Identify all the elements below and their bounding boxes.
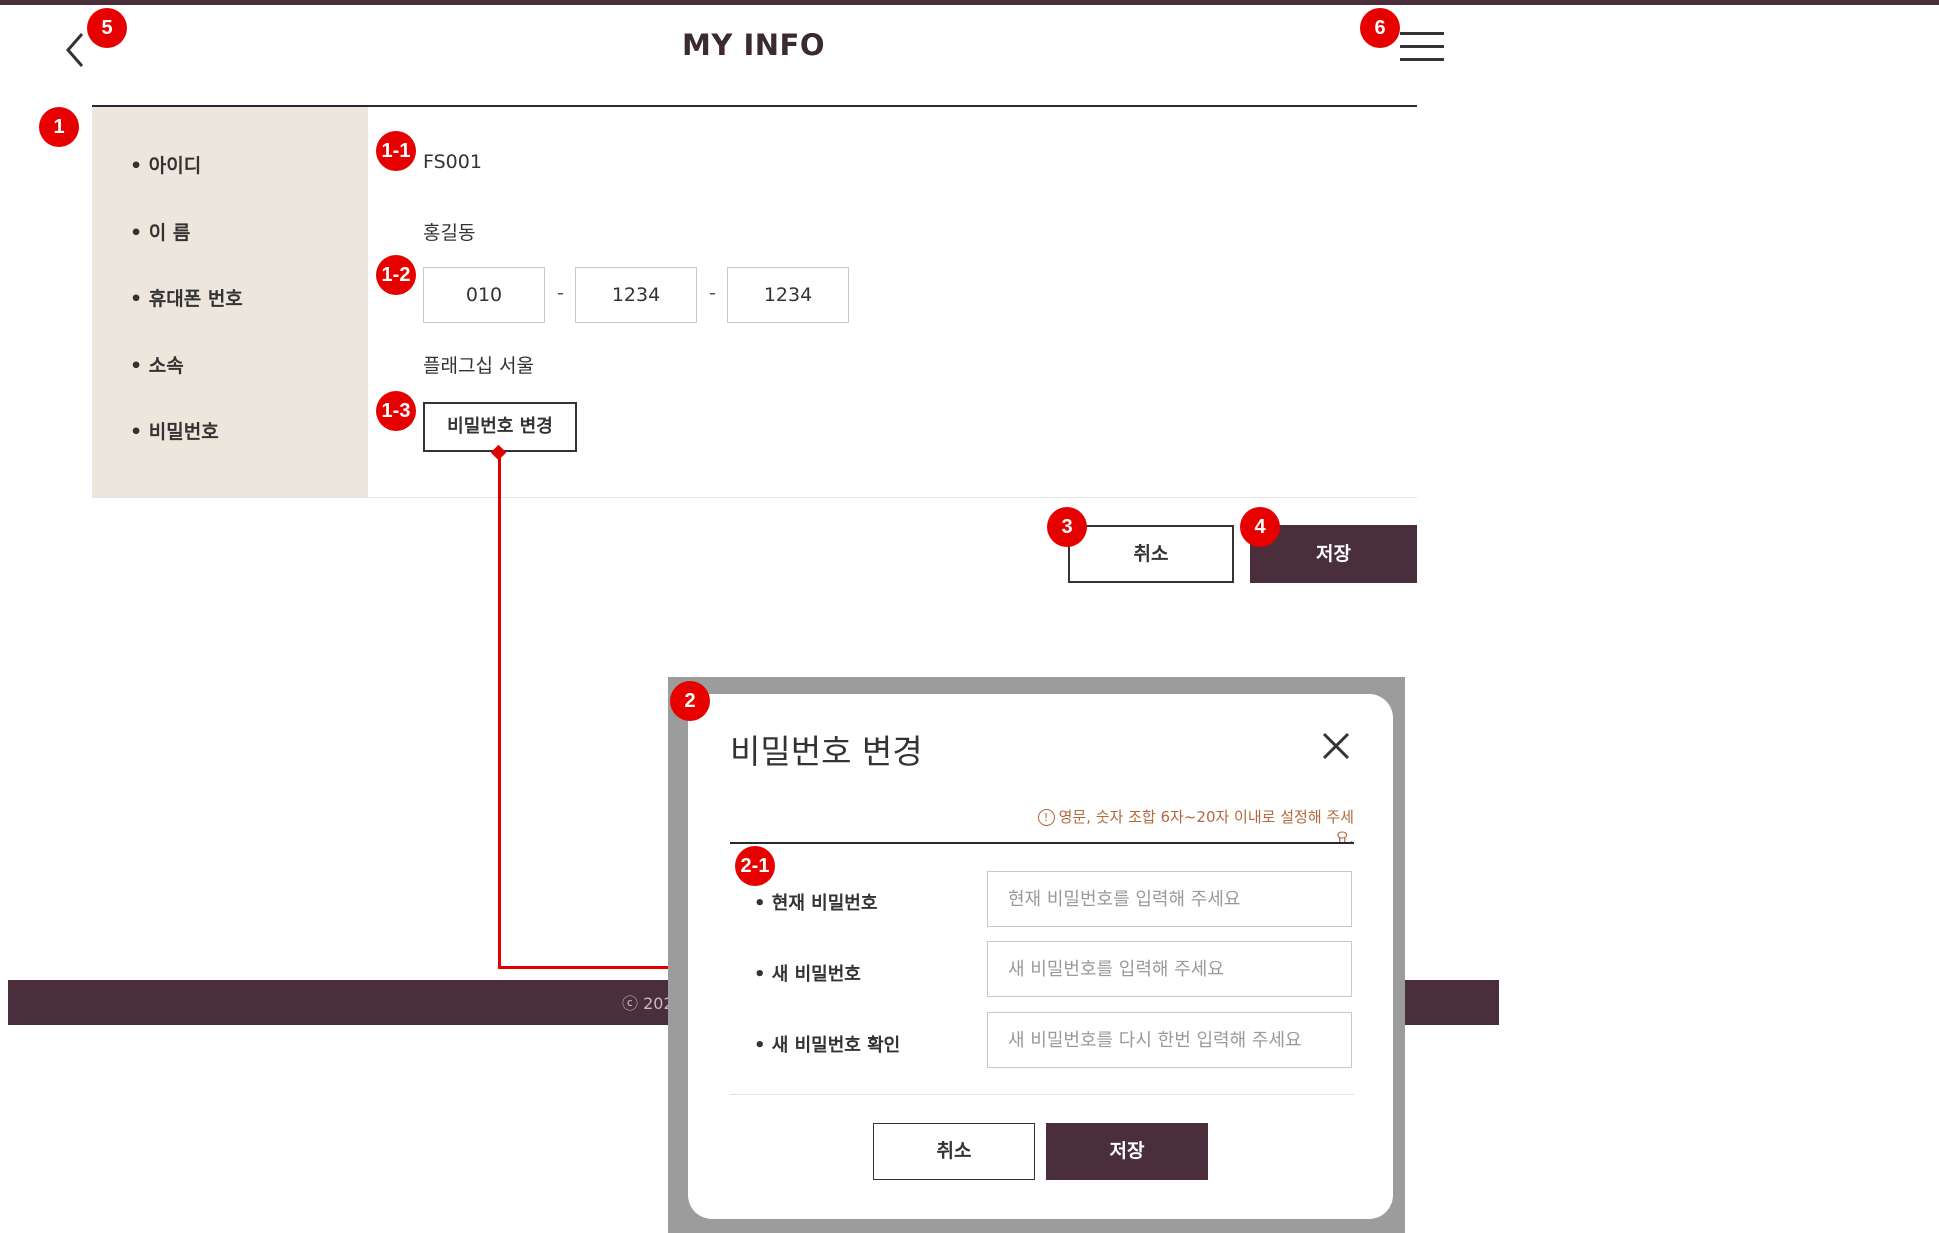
modal-title: 비밀번호 변경 — [730, 732, 923, 771]
value-id: FS001 — [423, 151, 482, 173]
modal-cancel-button[interactable]: 취소 — [873, 1123, 1035, 1180]
modal-footer-divider — [730, 1094, 1354, 1095]
connector-line-vertical — [498, 452, 501, 969]
label-current-password: 현재 비밀번호 — [754, 889, 878, 915]
footer-copyright: ⓒ 202 — [622, 994, 674, 1013]
phone-field-1[interactable]: 010 — [423, 267, 545, 323]
label-new-password: 새 비밀번호 — [754, 960, 861, 986]
label-id: 아이디 — [130, 151, 201, 178]
confirm-password-input[interactable] — [987, 1012, 1352, 1068]
phone-field-3[interactable]: 1234 — [727, 267, 849, 323]
form-bottom-divider — [92, 497, 1417, 498]
annotation-badge: 1-3 — [376, 391, 416, 431]
top-accent-bar — [0, 0, 1939, 5]
annotation-badge: 2 — [670, 681, 710, 721]
annotation-badge: 3 — [1047, 507, 1087, 547]
phone-separator: - — [557, 282, 564, 304]
annotation-badge: 2-1 — [735, 846, 775, 886]
annotation-badge: 1 — [39, 107, 79, 147]
info-circle-icon: ! — [1037, 809, 1055, 826]
phone-separator: - — [709, 282, 716, 304]
annotation-badge: 1-2 — [376, 255, 416, 295]
label-name: 이 름 — [130, 218, 191, 245]
hamburger-icon — [1400, 58, 1444, 61]
close-icon — [1322, 732, 1350, 760]
annotation-badge: 6 — [1360, 8, 1400, 48]
menu-button[interactable] — [1400, 32, 1444, 68]
hamburger-icon — [1400, 45, 1444, 48]
page-title: MY INFO — [682, 28, 825, 62]
annotation-badge: 1-1 — [376, 131, 416, 171]
change-password-button[interactable]: 비밀번호 변경 — [423, 402, 577, 452]
modal-title-divider — [730, 842, 1354, 844]
label-affiliation: 소속 — [130, 351, 184, 378]
annotation-badge: 4 — [1240, 507, 1280, 547]
current-password-input[interactable] — [987, 871, 1352, 927]
value-name: 홍길동 — [423, 222, 476, 244]
modal-close-button[interactable] — [1316, 726, 1356, 766]
hamburger-icon — [1400, 32, 1444, 35]
value-affiliation: 플래그십 서울 — [423, 355, 534, 377]
annotation-badge: 5 — [87, 8, 127, 48]
phone-field-2[interactable]: 1234 — [575, 267, 697, 323]
label-confirm-password: 새 비밀번호 확인 — [754, 1031, 900, 1057]
cancel-button[interactable]: 취소 — [1068, 525, 1234, 583]
label-password: 비밀번호 — [130, 417, 219, 444]
new-password-input[interactable] — [987, 941, 1352, 997]
modal-save-button[interactable]: 저장 — [1046, 1123, 1208, 1180]
label-phone: 휴대폰 번호 — [130, 284, 243, 311]
